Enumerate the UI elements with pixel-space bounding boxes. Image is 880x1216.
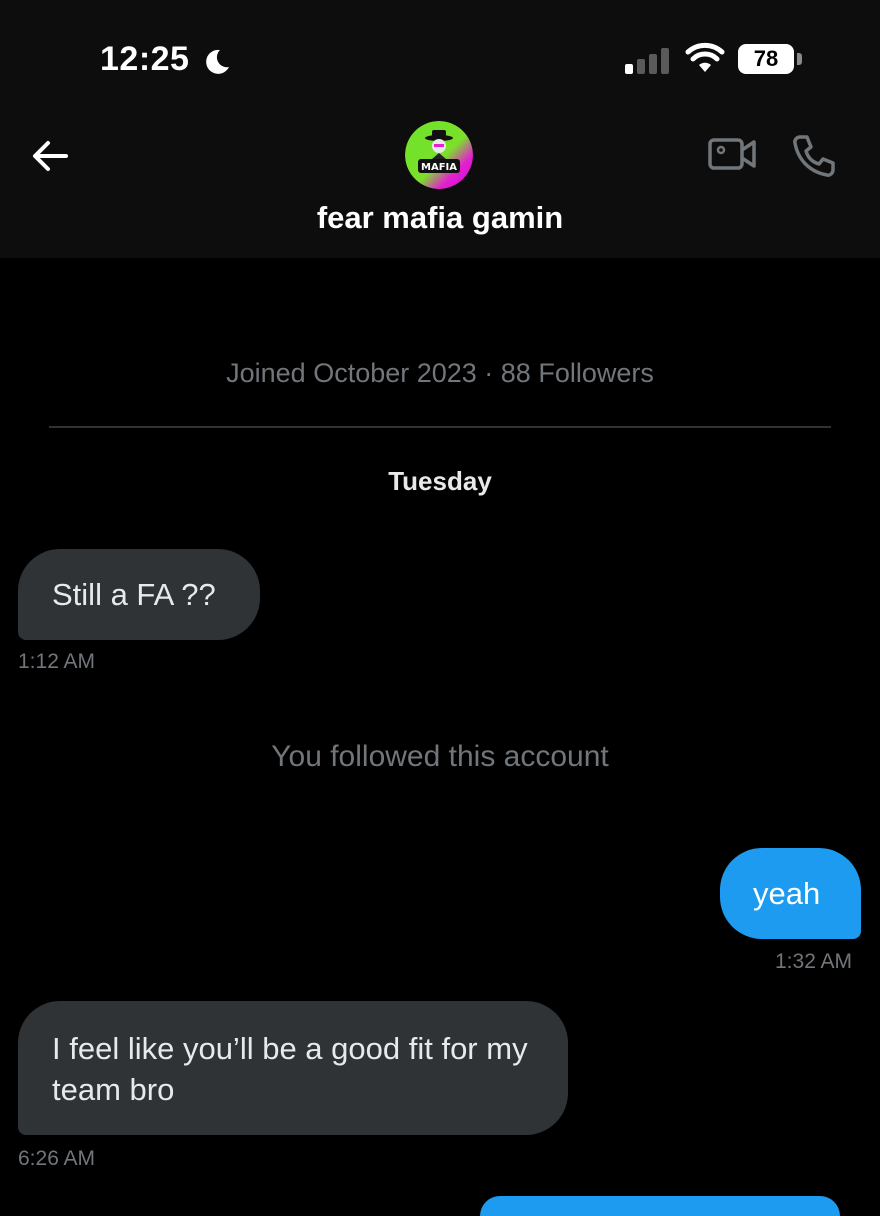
phone-icon[interactable] [790,132,838,180]
message-text: yeah [753,876,821,911]
avatar[interactable]: MAFIA [405,121,473,189]
svg-text:MAFIA: MAFIA [421,162,457,173]
message-time: 1:12 AM [18,650,96,673]
profile-info: Joined October 2023 · 88 Followers [226,358,654,388]
battery-icon: 78 [738,44,794,74]
system-notice: You followed this account [271,740,609,773]
message-bubble-outgoing[interactable]: yeah [720,848,861,939]
cellular-signal-icon [625,48,669,74]
conversation-header: 12:25 78 MAFIA fear mafia gamin [0,0,880,258]
moon-icon [206,49,229,74]
battery-cap [797,53,802,65]
video-call-icon[interactable] [706,132,758,176]
message-text: Still a FA ?? [52,577,216,612]
conversation-name[interactable]: fear mafia gamin [0,200,880,236]
divider [49,426,831,428]
message-bubble-incoming[interactable]: Still a FA ?? [18,549,260,640]
message-time: 1:32 AM [775,950,853,973]
status-time: 12:25 [100,40,190,78]
day-label: Tuesday [388,466,492,496]
message-bubble-outgoing-partial[interactable] [480,1196,840,1216]
wifi-icon [685,42,725,72]
fear-mafia-logo: MAFIA [405,121,473,189]
message-text: I feel like you’ll be a good fit for my … [52,1031,528,1107]
message-time: 6:26 AM [18,1147,96,1170]
status-bar: 12:25 78 [0,0,880,120]
arrow-left-icon[interactable] [26,132,74,180]
message-bubble-incoming[interactable]: I feel like you’ll be a good fit for my … [18,1001,568,1135]
